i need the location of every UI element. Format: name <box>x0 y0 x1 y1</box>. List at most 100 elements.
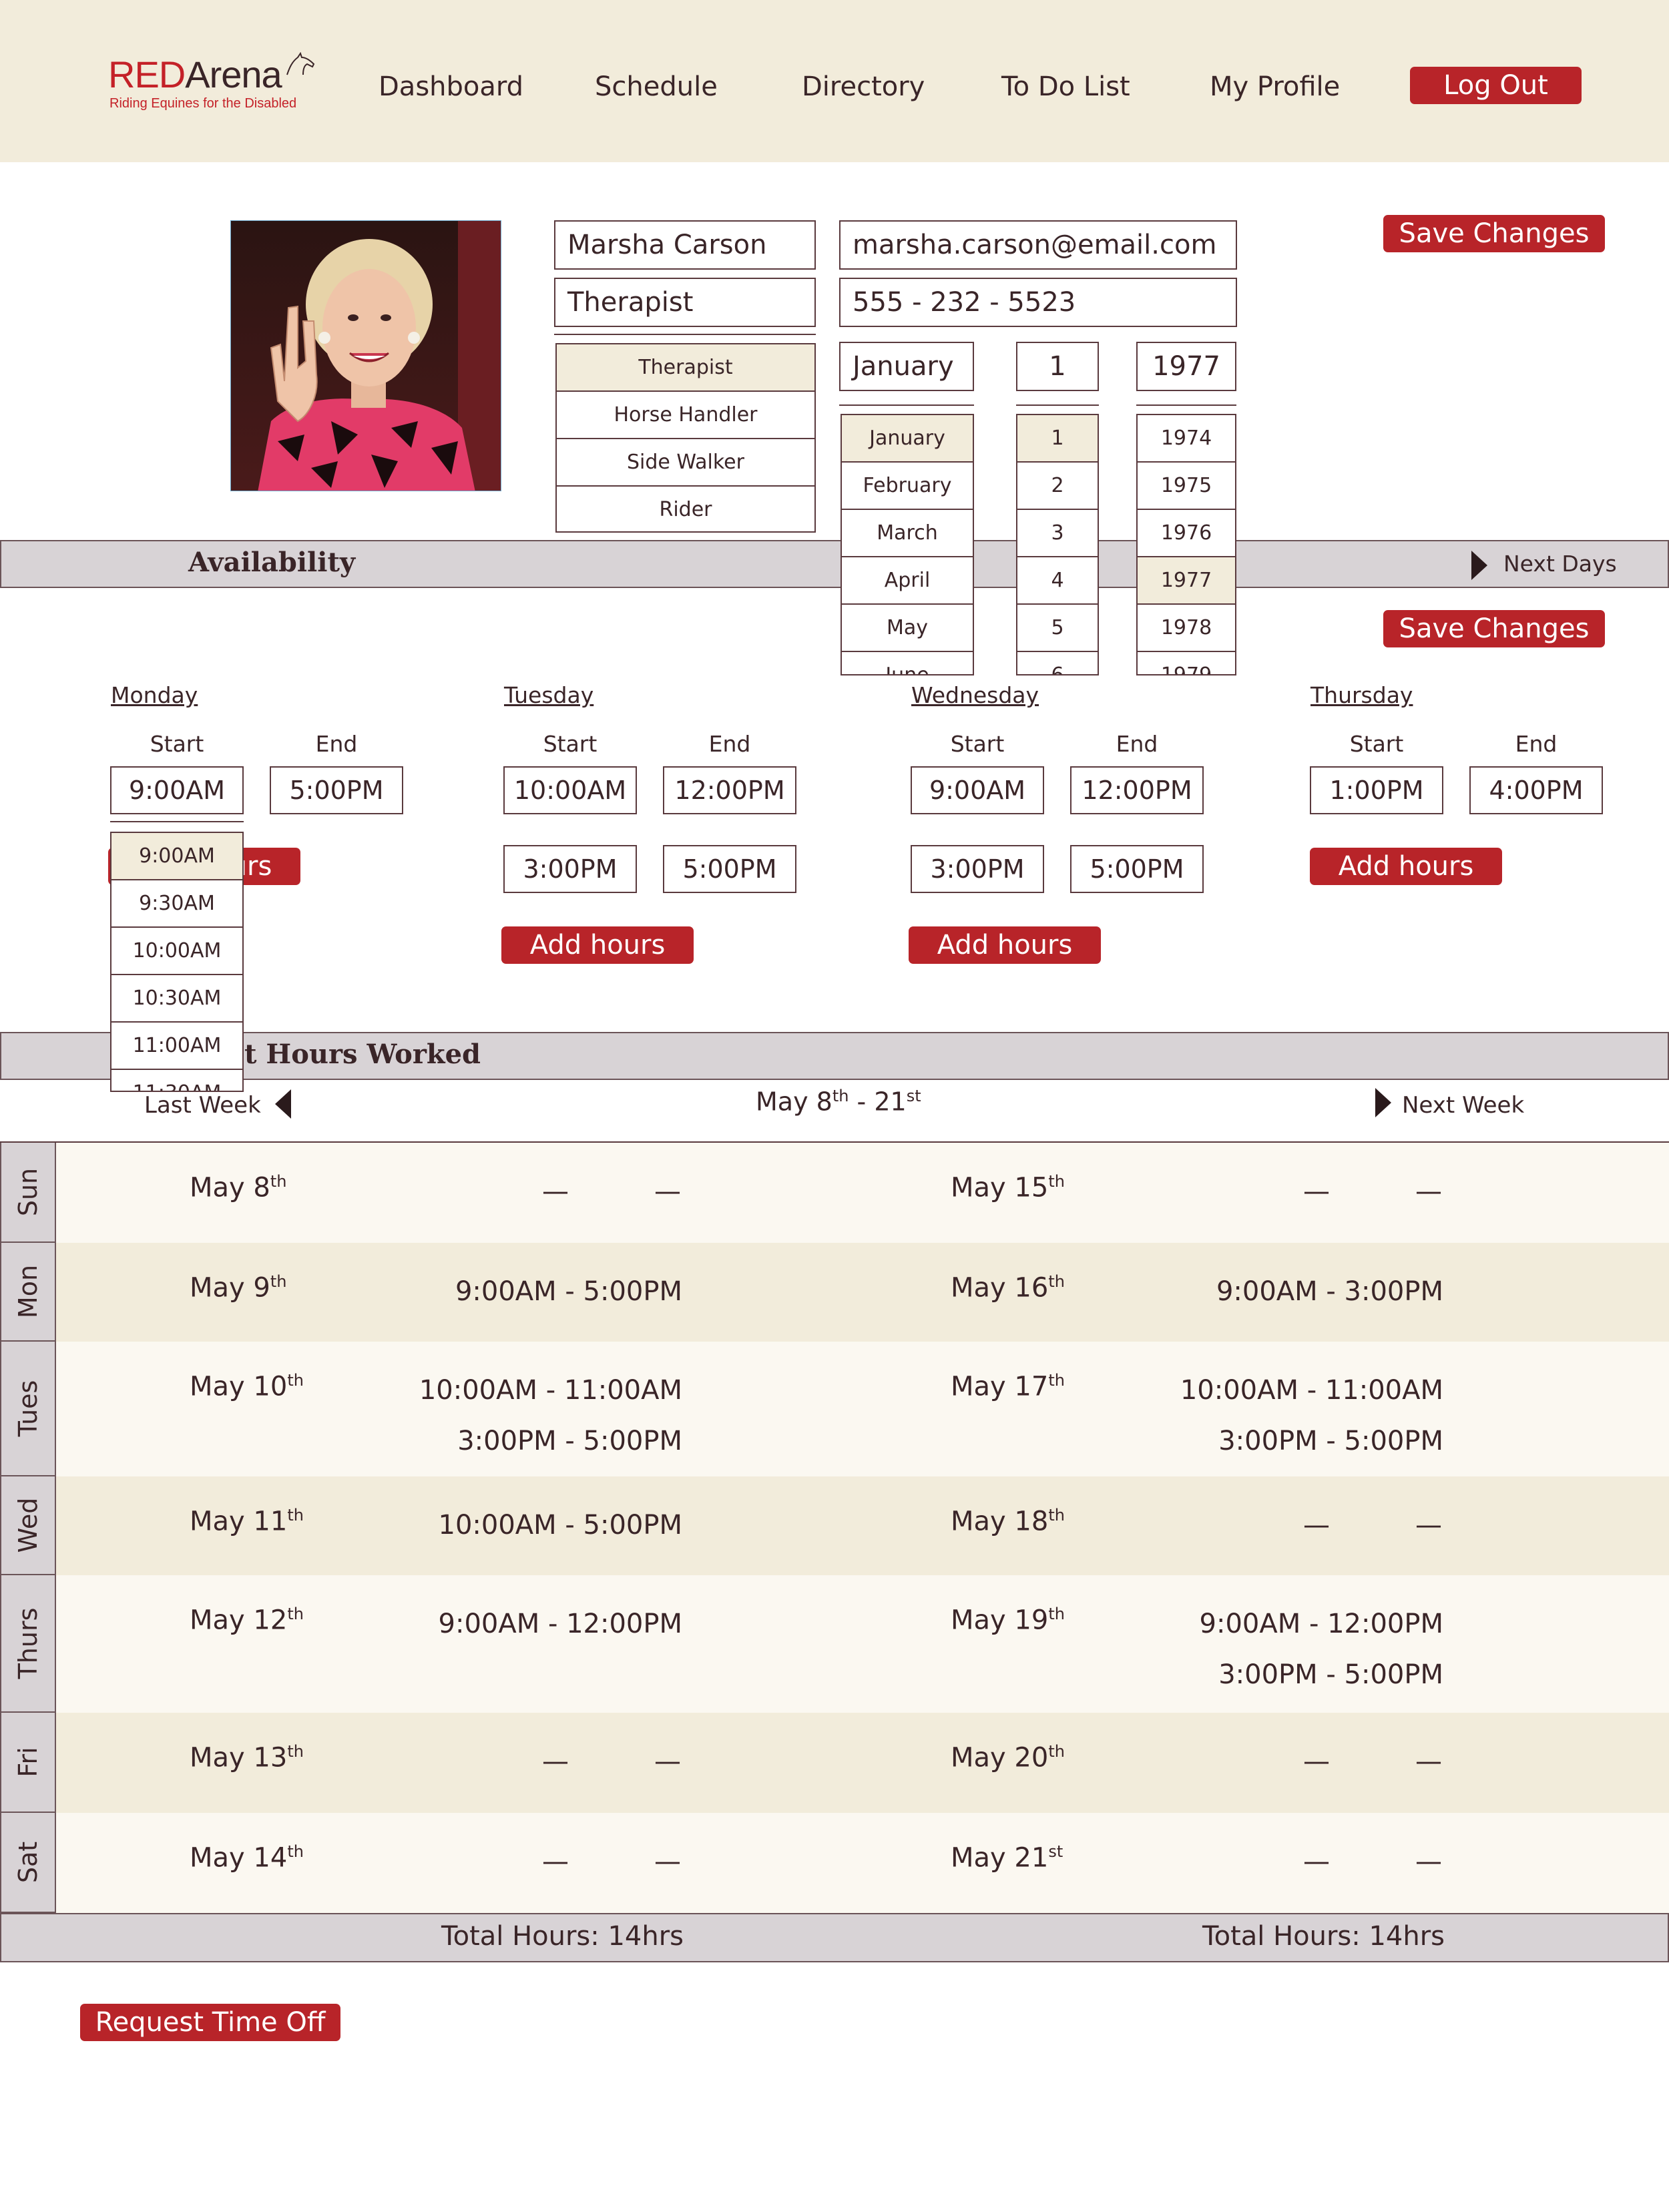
end-label: End <box>1116 731 1158 757</box>
day-option[interactable]: 1 <box>1017 415 1098 463</box>
name-field[interactable]: Marsha Carson <box>554 220 816 270</box>
year-option[interactable]: 1978 <box>1138 605 1235 652</box>
day-option[interactable]: 5 <box>1017 605 1098 652</box>
year-option[interactable]: 1974 <box>1138 415 1235 463</box>
monday-end-time-1[interactable]: 5:00PM <box>270 766 403 814</box>
month-option[interactable]: March <box>842 510 973 557</box>
next-days-link[interactable]: Next Days <box>1503 551 1617 577</box>
thursday-add-hours-button[interactable]: Add hours <box>1310 848 1502 885</box>
time-option[interactable]: 10:30AM <box>111 975 242 1023</box>
role-option-rider[interactable]: Rider <box>557 487 814 534</box>
worked-time-span: 10:00AM - 11:00AM <box>1180 1375 1443 1406</box>
request-time-off-button[interactable]: Request Time Off <box>80 2004 340 2041</box>
role-option-side-walker[interactable]: Side Walker <box>557 439 814 487</box>
day-heading-thursday: Thursday <box>1310 682 1413 708</box>
worked-time-span: 3:00PM - 5:00PM <box>1218 1426 1443 1456</box>
year-option[interactable]: 1976 <box>1138 510 1235 557</box>
month-option[interactable]: January <box>842 415 973 463</box>
year-option[interactable]: 1975 <box>1138 463 1235 510</box>
nav-directory[interactable]: Directory <box>802 67 925 107</box>
month-option[interactable]: May <box>842 605 973 652</box>
day-option[interactable]: 3 <box>1017 510 1098 557</box>
time-option[interactable]: 9:00AM <box>111 833 242 880</box>
day-tab: Fri <box>0 1713 56 1813</box>
red-arena-logo[interactable]: REDArena Riding Equines for the Disabled <box>108 52 322 115</box>
tuesday-start-time-2[interactable]: 3:00PM <box>503 845 637 893</box>
time-dropdown-divider <box>110 821 244 822</box>
birth-day-dropdown: 1 2 3 4 5 6 <box>1016 414 1099 675</box>
end-label: End <box>315 731 358 757</box>
thursday-start-time-1[interactable]: 1:00PM <box>1310 766 1443 814</box>
day-option[interactable]: 6 <box>1017 652 1098 674</box>
role-dropdown-list: Therapist Horse Handler Side Walker Ride… <box>555 343 816 533</box>
day-tab: Sun <box>0 1143 56 1243</box>
empty-end-dash: — <box>1415 1846 1442 1877</box>
day-heading-tuesday: Tuesday <box>504 682 594 708</box>
tuesday-end-time-1[interactable]: 12:00PM <box>663 766 796 814</box>
next-week-link[interactable]: Next Week <box>1402 1092 1524 1119</box>
role-field[interactable]: Therapist <box>554 278 816 327</box>
right-date: May 20th <box>951 1742 1065 1773</box>
week-range-label: May 8th - 21st <box>756 1087 921 1117</box>
table-row: Sun May 8th — — May 15th — — <box>0 1143 1669 1243</box>
end-label: End <box>1515 731 1558 757</box>
role-option-therapist[interactable]: Therapist <box>557 344 814 392</box>
birth-year-select[interactable]: 1977 <box>1136 342 1236 391</box>
empty-start-dash: — <box>1303 1746 1330 1777</box>
time-option[interactable]: 11:00AM <box>111 1023 242 1070</box>
thursday-end-time-1[interactable]: 4:00PM <box>1469 766 1603 814</box>
empty-end-dash: — <box>654 1846 681 1877</box>
time-option[interactable]: 10:00AM <box>111 928 242 975</box>
day-option[interactable]: 2 <box>1017 463 1098 510</box>
wednesday-start-time-2[interactable]: 3:00PM <box>911 845 1044 893</box>
tuesday-add-hours-button[interactable]: Add hours <box>501 926 694 964</box>
wednesday-end-time-2[interactable]: 5:00PM <box>1070 845 1204 893</box>
save-changes-profile-button[interactable]: Save Changes <box>1383 215 1605 252</box>
birth-day-select[interactable]: 1 <box>1016 342 1099 391</box>
wednesday-end-time-1[interactable]: 12:00PM <box>1070 766 1204 814</box>
birth-month-select[interactable]: January <box>839 342 974 391</box>
nav-my-profile[interactable]: My Profile <box>1210 67 1340 107</box>
start-label: Start <box>950 731 1005 757</box>
nav-todo-list[interactable]: To Do List <box>1001 67 1130 107</box>
nav-schedule[interactable]: Schedule <box>595 67 718 107</box>
wednesday-add-hours-button[interactable]: Add hours <box>909 926 1101 964</box>
right-date: May 15th <box>951 1172 1065 1203</box>
year-option[interactable]: 1979 <box>1138 652 1235 674</box>
profile-photo <box>230 220 501 491</box>
month-option[interactable]: June <box>842 652 973 674</box>
last-week-arrow-icon[interactable] <box>275 1089 291 1119</box>
nav-dashboard[interactable]: Dashboard <box>379 67 523 107</box>
start-label: Start <box>150 731 204 757</box>
next-week-arrow-icon[interactable] <box>1375 1088 1391 1117</box>
log-out-button[interactable]: Log Out <box>1410 67 1582 104</box>
month-option[interactable]: February <box>842 463 973 510</box>
last-week-link[interactable]: Last Week <box>144 1092 261 1119</box>
table-row: Thurs May 12th 9:00AM - 12:00PM May 19th 9:0… <box>0 1575 1669 1713</box>
tuesday-start-time-1[interactable]: 10:00AM <box>503 766 637 814</box>
email-field[interactable]: marsha.carson@email.com <box>839 220 1237 270</box>
wednesday-start-time-1[interactable]: 9:00AM <box>911 766 1044 814</box>
time-option[interactable]: 9:30AM <box>111 880 242 928</box>
month-option[interactable]: April <box>842 557 973 605</box>
day-tab-label: Fri <box>13 1747 43 1777</box>
empty-start-dash: — <box>1303 1510 1330 1541</box>
monday-start-time-1[interactable]: 9:00AM <box>110 766 244 814</box>
empty-start-dash: — <box>1303 1846 1330 1877</box>
next-days-arrow-icon[interactable] <box>1471 551 1487 580</box>
day-tab-label: Sat <box>13 1841 43 1884</box>
year-dropdown-divider <box>1136 404 1236 406</box>
empty-start-dash: — <box>542 1746 569 1777</box>
save-changes-availability-button[interactable]: Save Changes <box>1383 610 1605 647</box>
hours-worked-bar: t Hours Worked <box>0 1032 1669 1080</box>
phone-field[interactable]: 555 - 232 - 5523 <box>839 278 1237 327</box>
start-label: Start <box>1349 731 1404 757</box>
empty-end-dash: — <box>1415 1510 1442 1541</box>
tuesday-end-time-2[interactable]: 5:00PM <box>663 845 796 893</box>
day-option[interactable]: 4 <box>1017 557 1098 605</box>
year-option[interactable]: 1977 <box>1138 557 1235 605</box>
worked-time-span: 9:00AM - 12:00PM <box>1199 1609 1443 1639</box>
table-row: Tues May 10th 10:00AM - 11:00AM 3:00PM - 5:… <box>0 1342 1669 1476</box>
time-option[interactable]: 11:30AM <box>111 1070 242 1091</box>
role-option-horse-handler[interactable]: Horse Handler <box>557 392 814 439</box>
